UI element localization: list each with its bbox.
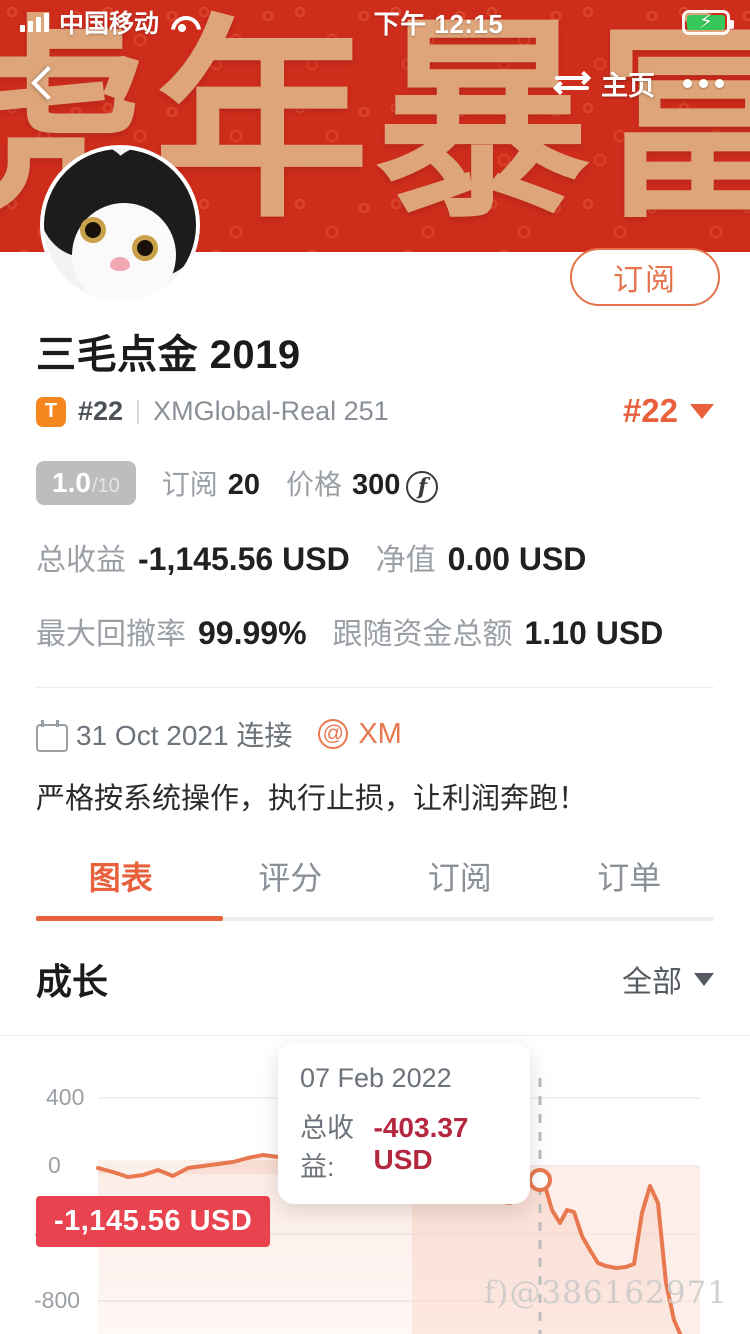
- rating-badge: 1.0 /10: [36, 461, 136, 505]
- broker-link[interactable]: XM: [358, 718, 402, 751]
- coin-f-icon: f: [406, 471, 439, 503]
- calendar-icon: [36, 720, 68, 752]
- total-profit-label: 总收益: [36, 544, 126, 577]
- subscribe-button[interactable]: 订阅: [570, 248, 720, 306]
- nav-bar: 主页: [0, 52, 750, 114]
- meta-divider: [137, 399, 140, 424]
- tab-rating[interactable]: 评分: [206, 853, 376, 921]
- equity-label: 净值: [375, 544, 436, 577]
- home-button[interactable]: 主页: [552, 64, 655, 103]
- watermark: f)@386162971: [483, 1275, 728, 1311]
- max-loss-badge: -1,145.56 USD: [36, 1196, 271, 1247]
- tooltip-metric: 总收益: -403.37 USD: [300, 1106, 508, 1184]
- growth-divider: [0, 1035, 750, 1037]
- growth-period-filter[interactable]: 全部: [622, 957, 714, 1001]
- growth-title: 成长: [36, 961, 109, 1003]
- subscribers-label: 订阅: [161, 469, 218, 500]
- home-button-label: 主页: [601, 70, 655, 101]
- page-title: 三毛点金 2019: [36, 333, 301, 377]
- price-stat: 价格 300 f: [286, 463, 439, 503]
- more-dots-icon[interactable]: [681, 73, 726, 94]
- status-bar-left: 中国移动: [0, 4, 195, 40]
- app-screen: 虎年暴富 中国移动 下午 12:15 ⚡ 主页 订阅 三毛点金 2019 T #…: [0, 0, 750, 1334]
- tab-subscriptions[interactable]: 订阅: [375, 853, 545, 921]
- wifi-icon: [169, 12, 195, 32]
- connect-date-text: 31 Oct 2021 连接: [76, 720, 293, 751]
- rank-tag: #22: [78, 396, 124, 426]
- avatar[interactable]: [40, 145, 200, 305]
- status-bar: 中国移动 下午 12:15 ⚡: [0, 0, 750, 44]
- y-tick-400: 400: [46, 1084, 85, 1111]
- risk-row: 最大回撤率 99.99% 跟随资金总额 1.10 USD: [36, 609, 714, 653]
- subscribers-stat: 订阅 20: [162, 463, 260, 503]
- drawdown-label: 最大回撤率: [36, 618, 186, 651]
- profile-description: 严格按系统操作，执行止损，让利润奔跑！: [36, 783, 588, 815]
- followers-funds-label: 跟随资金总额: [332, 618, 513, 651]
- growth-header: 成长 全部: [0, 921, 750, 1035]
- tooltip-metric-value: -403.37 USD: [373, 1112, 469, 1175]
- back-chevron-icon[interactable]: [24, 63, 64, 103]
- chart-tooltip: 07 Feb 2022 总收益: -403.37 USD: [278, 1043, 530, 1204]
- price-label: 价格: [286, 469, 343, 500]
- total-profit-value: -1,145.56 USD: [138, 541, 350, 577]
- tooltip-date: 07 Feb 2022: [300, 1063, 452, 1093]
- broker-label: XMGlobal-Real 251: [153, 396, 389, 426]
- type-badge: T: [36, 396, 66, 427]
- chevron-down-icon: [694, 972, 714, 986]
- y-tick-neg800: -800: [34, 1287, 81, 1314]
- cat-avatar: [44, 149, 196, 301]
- tab-charts[interactable]: 图表: [36, 853, 206, 921]
- status-bar-right: ⚡: [682, 9, 750, 35]
- growth-filter-label: 全部: [622, 966, 682, 1000]
- carrier-label: 中国移动: [59, 10, 160, 38]
- account-meta-row: T #22 XMGlobal-Real 251 #22: [36, 392, 714, 429]
- nav-actions: 主页: [552, 64, 726, 103]
- tooltip-metric-label: 总收益:: [300, 1113, 354, 1182]
- rating-value: 1.0: [52, 467, 91, 498]
- stats-row: 1.0 /10 订阅 20 价格 300 f: [36, 461, 714, 505]
- tab-bar: 图表 评分 订阅 订单: [36, 853, 715, 922]
- swap-arrows-icon: [552, 70, 592, 96]
- rank-selector-value: #22: [622, 392, 678, 429]
- rank-selector[interactable]: #22: [623, 392, 714, 430]
- y-tick-0: 0: [48, 1152, 61, 1179]
- chevron-down-icon: [690, 403, 714, 419]
- connection-row: 31 Oct 2021 连接 @ XM: [36, 714, 714, 754]
- profile-section: 三毛点金 2019 T #22 XMGlobal-Real 251 #22 1.…: [0, 252, 750, 922]
- tab-active-underline: [36, 916, 223, 922]
- price-value: 300: [352, 469, 401, 501]
- subscribers-value: 20: [227, 469, 261, 501]
- tab-orders[interactable]: 订单: [545, 853, 715, 921]
- battery-charging-icon: ⚡: [682, 9, 734, 35]
- section-divider: [36, 687, 714, 688]
- drawdown-value: 99.99%: [198, 615, 307, 651]
- status-bar-time: 下午 12:15: [373, 8, 504, 39]
- rating-max: /10: [91, 475, 120, 497]
- followers-funds-value: 1.10 USD: [524, 615, 664, 651]
- equity-value: 0.00 USD: [447, 541, 587, 577]
- signal-bars-icon: [20, 12, 49, 32]
- profit-row: 总收益 -1,145.56 USD 净值 0.00 USD: [36, 535, 714, 579]
- at-icon: @: [318, 719, 349, 749]
